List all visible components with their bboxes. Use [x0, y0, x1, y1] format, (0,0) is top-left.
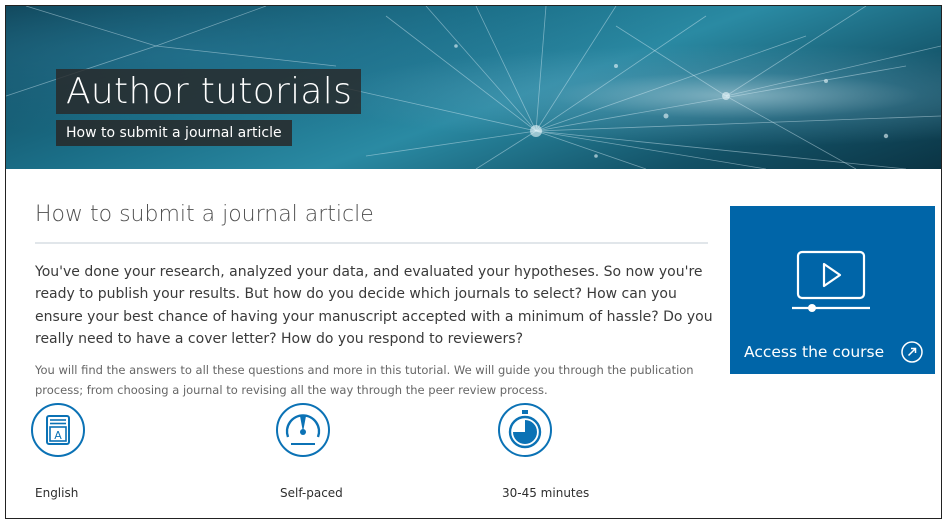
feature-duration-label: 30-45 minutes: [502, 486, 590, 500]
video-play-icon: [792, 250, 870, 312]
page-title: How to submit a journal article: [35, 202, 374, 227]
banner-subtitle: How to submit a journal article: [56, 120, 292, 146]
svg-text:A: A: [54, 429, 62, 442]
stopwatch-icon: [498, 403, 552, 457]
lead-paragraph: You've done your research, analyzed your…: [35, 264, 713, 347]
intro-paragraph: You will find the answers to all these q…: [35, 363, 694, 397]
language-book-icon: A: [31, 403, 85, 457]
speedometer-icon: [276, 403, 330, 457]
page-frame: Author tutorials How to submit a journal…: [5, 5, 942, 519]
banner-title: Author tutorials: [56, 69, 362, 114]
external-arrow-icon: [901, 341, 923, 363]
feature-pace: Self-paced: [276, 401, 480, 500]
access-course-label: Access the course: [744, 343, 885, 361]
feature-language-label: English: [35, 486, 79, 500]
hero-banner: Author tutorials How to submit a journal…: [6, 6, 941, 169]
heading-divider: [35, 242, 708, 244]
feature-language: A English: [31, 401, 235, 500]
feature-duration: 30-45 minutes: [498, 401, 702, 500]
feature-pace-label: Self-paced: [280, 486, 343, 500]
access-course-button[interactable]: Access the course: [730, 206, 935, 374]
